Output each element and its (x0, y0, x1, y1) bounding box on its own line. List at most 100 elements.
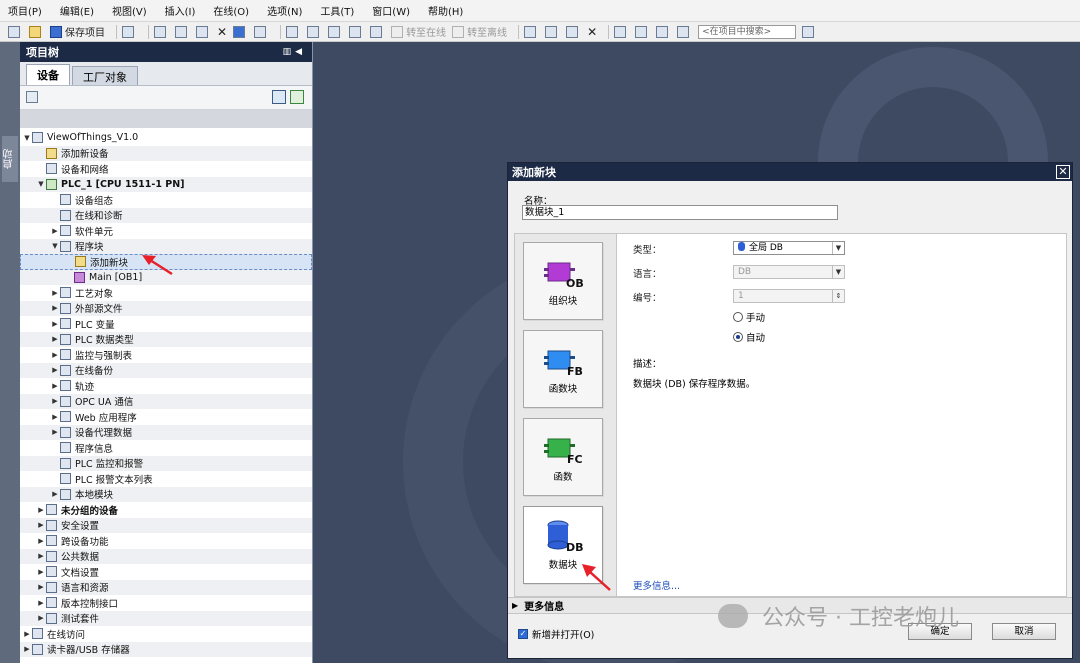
go-offline-button[interactable]: 转至离线 (452, 24, 507, 40)
number-stepper[interactable]: 1 ⇕ (733, 289, 845, 303)
start-cpu-button[interactable] (545, 24, 560, 40)
split-vertical-button[interactable] (635, 24, 650, 40)
tree-item[interactable]: ▶ 轨迹 (20, 378, 312, 394)
collapsed-arrow-icon[interactable]: ▶ (50, 304, 60, 312)
tree-item[interactable]: ▶ 本地模块 (20, 486, 312, 502)
tree-item[interactable]: ▶ OPC UA 通信 (20, 393, 312, 409)
split-horizontal-button[interactable] (614, 24, 629, 40)
tree-item[interactable]: ▶ 测试套件 (20, 610, 312, 626)
collapsed-arrow-icon[interactable]: ▶ (50, 335, 60, 343)
cut-button[interactable] (154, 24, 169, 40)
save-project-button[interactable]: 保存项目 (50, 24, 105, 40)
cross-reference-button[interactable] (656, 24, 671, 40)
open-project-button[interactable] (29, 24, 44, 40)
tree-item[interactable]: ▶ 语言和资源 (20, 579, 312, 595)
tree-item[interactable]: ▼ PLC_1 [CPU 1511-1 PN] (20, 176, 312, 192)
menu-item[interactable]: 插入(I) (165, 3, 196, 18)
collapsed-arrow-icon[interactable]: ▶ (50, 428, 60, 436)
tree-item[interactable]: ▶ 工艺对象 (20, 285, 312, 301)
menu-item[interactable]: 工具(T) (320, 3, 354, 18)
new-project-button[interactable] (8, 24, 23, 40)
tree-item[interactable]: ▼ ViewOfThings_V1.0 (20, 130, 312, 146)
go-online-button[interactable]: 转至在线 (391, 24, 446, 40)
collapsed-arrow-icon[interactable]: ▶ (50, 490, 60, 498)
collapsed-arrow-icon[interactable]: ▶ (50, 397, 60, 405)
start-tab[interactable]: 启动 (2, 136, 18, 182)
tree-item[interactable]: 设备组态 (20, 192, 312, 208)
collapsed-arrow-icon[interactable]: ▶ (50, 351, 60, 359)
block-name-input[interactable]: 数据块_1 (522, 205, 838, 220)
menu-item[interactable]: 窗口(W) (372, 3, 410, 18)
collapsed-arrow-icon[interactable]: ▶ (22, 630, 32, 638)
expanded-arrow-icon[interactable]: ▼ (22, 134, 32, 142)
collapsed-arrow-icon[interactable]: ▶ (50, 366, 60, 374)
online-icon-button[interactable] (370, 24, 385, 40)
upload-button[interactable] (328, 24, 343, 40)
tree-item[interactable]: 程序信息 (20, 440, 312, 456)
language-select[interactable]: DB ▼ (733, 265, 845, 279)
close-all-button[interactable]: ✕ (587, 24, 597, 40)
tab-devices[interactable]: 设备 (26, 64, 70, 85)
tree-item[interactable]: ▶ 软件单元 (20, 223, 312, 239)
overview-icon[interactable] (272, 90, 286, 104)
tree-item[interactable]: ▶ 版本控制接口 (20, 595, 312, 611)
collapsed-arrow-icon[interactable]: ▶ (36, 521, 46, 529)
tree-item[interactable]: ▶ 在线访问 (20, 626, 312, 642)
tree-item[interactable]: ▶ 文档设置 (20, 564, 312, 580)
expanded-arrow-icon[interactable]: ▼ (36, 180, 46, 188)
menu-item[interactable]: 项目(P) (8, 3, 42, 18)
project-search-input[interactable]: <在项目中搜索> (698, 24, 797, 39)
fc-block-button[interactable]: FC 函数 (523, 418, 603, 496)
ob-block-button[interactable]: OB 组织块 (523, 242, 603, 320)
collapsed-arrow-icon[interactable]: ▶ (36, 537, 46, 545)
tree-item[interactable]: ▶ 监控与强制表 (20, 347, 312, 363)
tree-item[interactable]: ▶ 在线备份 (20, 362, 312, 378)
expand-icon[interactable] (290, 90, 304, 104)
stop-cpu-button[interactable] (566, 24, 581, 40)
tree-tool-icon[interactable] (26, 91, 38, 103)
panel-collapse-icon[interactable]: ▥◀ (283, 47, 306, 57)
collapsed-arrow-icon[interactable]: ▶ (50, 320, 60, 328)
tab-plant-objects[interactable]: 工厂对象 (72, 66, 138, 85)
download-button[interactable] (307, 24, 322, 40)
tree-item[interactable]: 在线和诊断 (20, 207, 312, 223)
undo-button[interactable] (233, 24, 248, 40)
tree-item[interactable]: ▶ PLC 数据类型 (20, 331, 312, 347)
tree-item[interactable]: PLC 报警文本列表 (20, 471, 312, 487)
collapsed-arrow-icon[interactable]: ▶ (36, 568, 46, 576)
tree-item[interactable]: PLC 监控和报警 (20, 455, 312, 471)
accessible-devices-button[interactable] (524, 24, 539, 40)
tree-item[interactable]: 添加新设备 (20, 145, 312, 161)
simulation-button[interactable] (349, 24, 364, 40)
collapsed-arrow-icon[interactable]: ▶ (50, 289, 60, 297)
tree-item[interactable]: ▶ 外部源文件 (20, 300, 312, 316)
tree-item[interactable]: ▶ 未分组的设备 (20, 502, 312, 518)
compare-button[interactable] (677, 24, 692, 40)
paste-button[interactable] (196, 24, 211, 40)
search-button[interactable] (802, 24, 817, 40)
tree-item[interactable]: 设备和网络 (20, 161, 312, 177)
collapsed-arrow-icon[interactable]: ▶ (50, 382, 60, 390)
tree-item[interactable]: ▶ 公共数据 (20, 548, 312, 564)
more-info-link[interactable]: 更多信息... (633, 578, 680, 592)
cancel-button[interactable]: 取消 (992, 623, 1056, 640)
collapsed-arrow-icon[interactable]: ▶ (36, 583, 46, 591)
tree-item[interactable]: ▶ 安全设置 (20, 517, 312, 533)
tree-item[interactable]: ▶ 跨设备功能 (20, 533, 312, 549)
dialog-close-icon[interactable]: ✕ (1056, 165, 1070, 179)
collapsed-arrow-icon[interactable]: ▶ (36, 506, 46, 514)
collapsed-arrow-icon[interactable]: ▶ (50, 413, 60, 421)
expanded-arrow-icon[interactable]: ▼ (50, 242, 60, 250)
tree-item[interactable]: ▶ 读卡器/USB 存储器 (20, 641, 312, 657)
menu-item[interactable]: 在线(O) (213, 3, 249, 18)
compile-button[interactable] (286, 24, 301, 40)
auto-radio[interactable]: 自动 (733, 330, 765, 344)
tree-item[interactable]: ▶ 设备代理数据 (20, 424, 312, 440)
collapsed-arrow-icon[interactable]: ▶ (36, 614, 46, 622)
collapsed-arrow-icon[interactable]: ▶ (50, 227, 60, 235)
add-and-open-checkbox[interactable]: ✓ 新增并打开(O) (518, 627, 594, 641)
fb-block-button[interactable]: FB 函数块 (523, 330, 603, 408)
menu-item[interactable]: 帮助(H) (428, 3, 463, 18)
type-select[interactable]: 全局 DB ▼ (733, 241, 845, 255)
menu-item[interactable]: 视图(V) (112, 3, 147, 18)
